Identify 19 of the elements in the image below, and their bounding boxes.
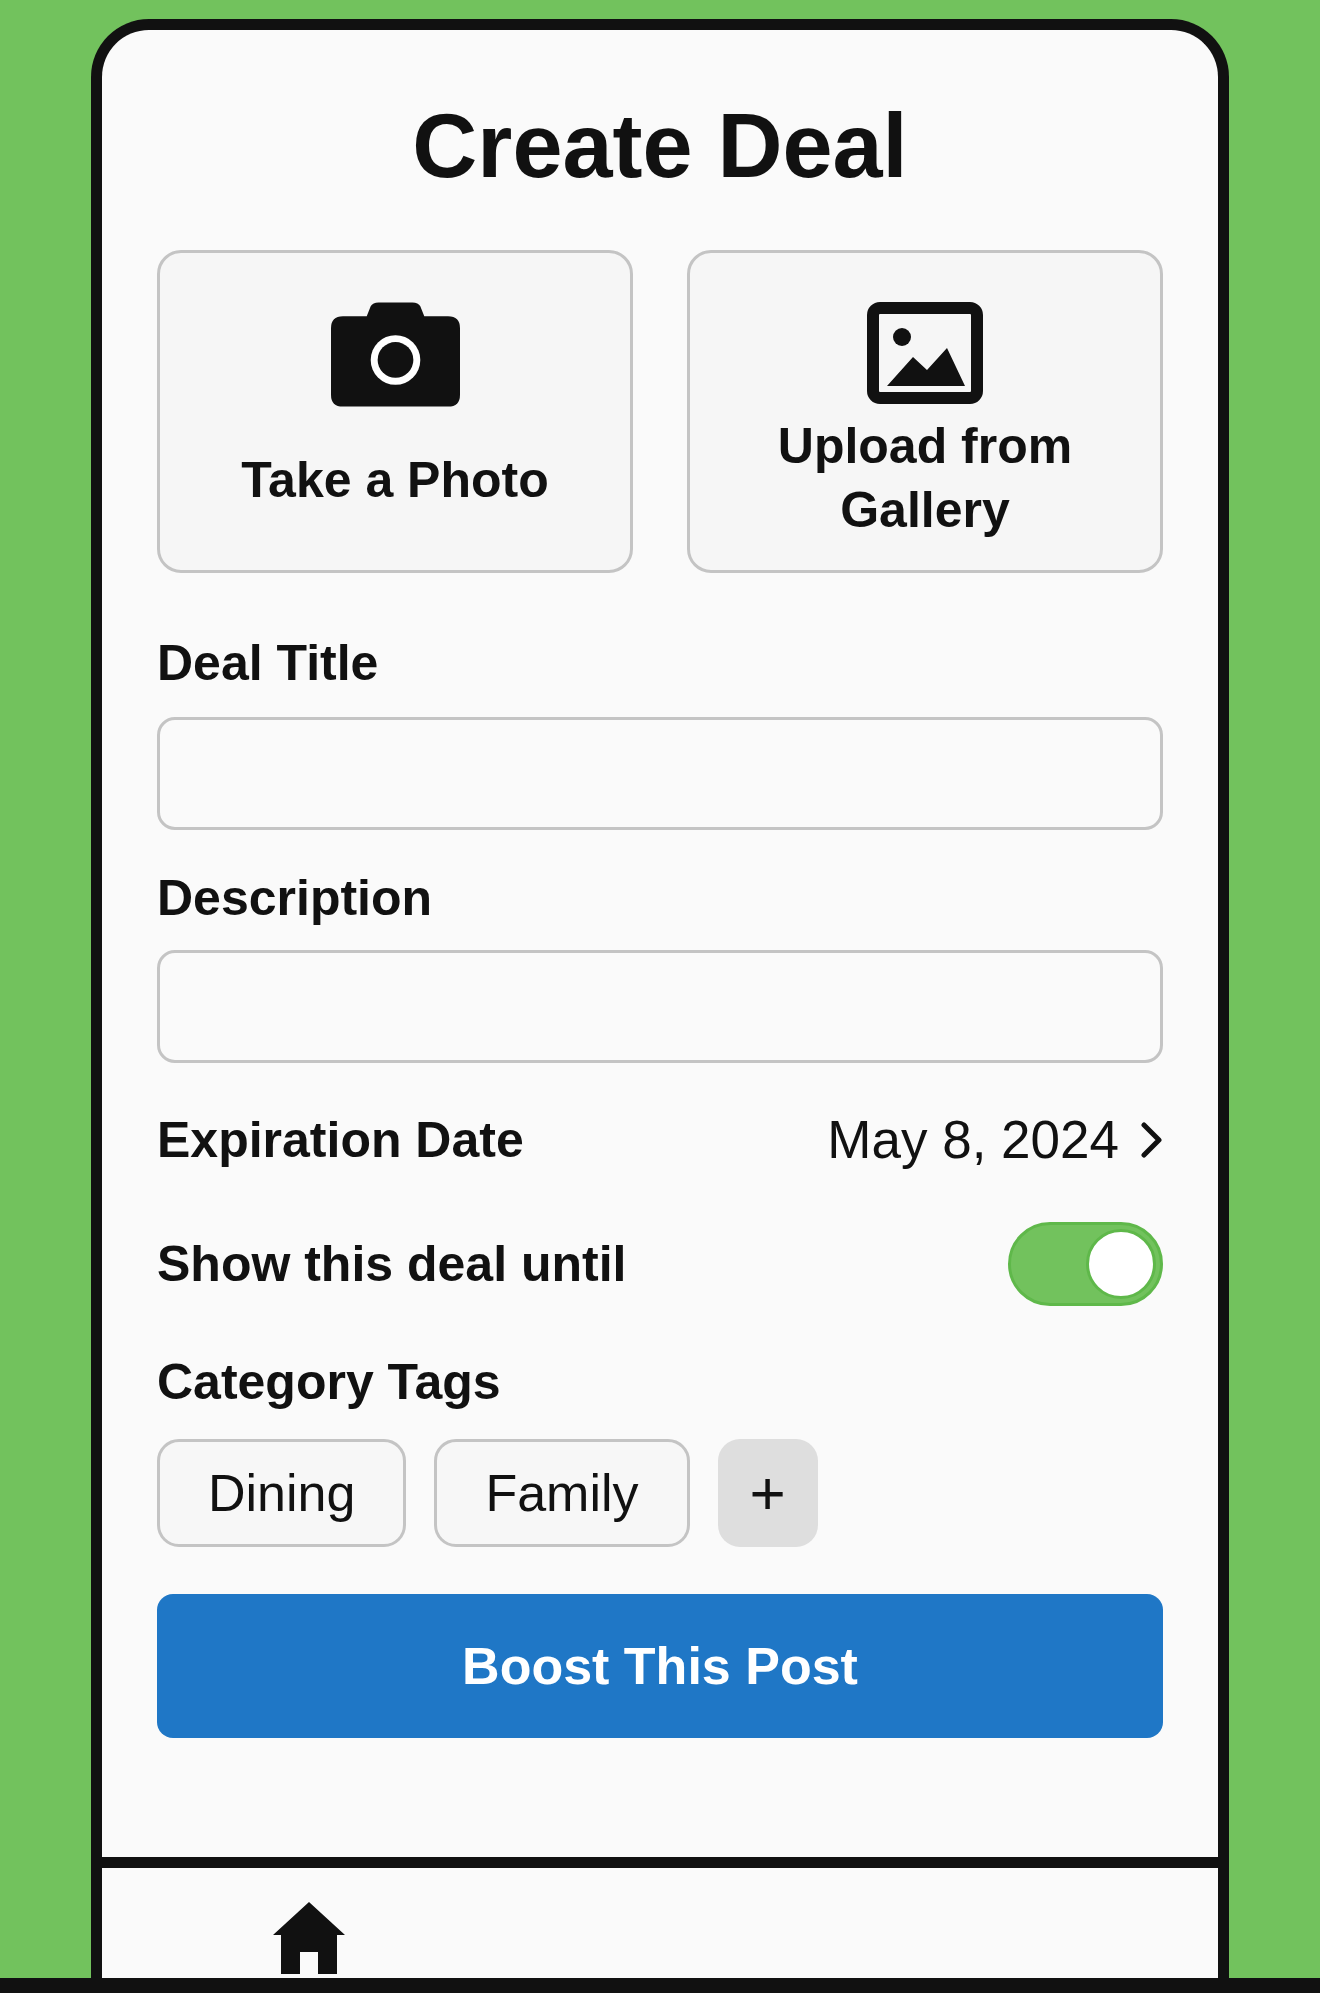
tag-chip[interactable]: Dining [157, 1439, 407, 1547]
page-title: Create Deal [411, 95, 909, 198]
chevron-right-icon [1141, 1122, 1163, 1158]
image-icon [867, 302, 983, 404]
camera-icon [330, 302, 460, 407]
text-input[interactable] [157, 717, 1163, 830]
toggle-label: Show this deal until [157, 1235, 627, 1294]
field-label: Description [157, 869, 434, 928]
field-label: Deal Title [157, 634, 380, 693]
upload-gallery-button[interactable]: Upload from Gallery [687, 250, 1163, 573]
boost-post-button[interactable]: Boost This Post [157, 1594, 1163, 1738]
take-photo-button[interactable]: Take a Photo [157, 250, 633, 573]
text-input[interactable] [157, 950, 1163, 1063]
tag-chip[interactable]: Family [434, 1439, 690, 1547]
home-icon[interactable] [273, 1902, 345, 1974]
date-selector[interactable]: May 8, 2024 [827, 1110, 1163, 1170]
add-tag-button[interactable]: + [717, 1439, 818, 1547]
section-label: Category Tags [157, 1353, 502, 1412]
field-label: Expiration Date [157, 1111, 524, 1170]
